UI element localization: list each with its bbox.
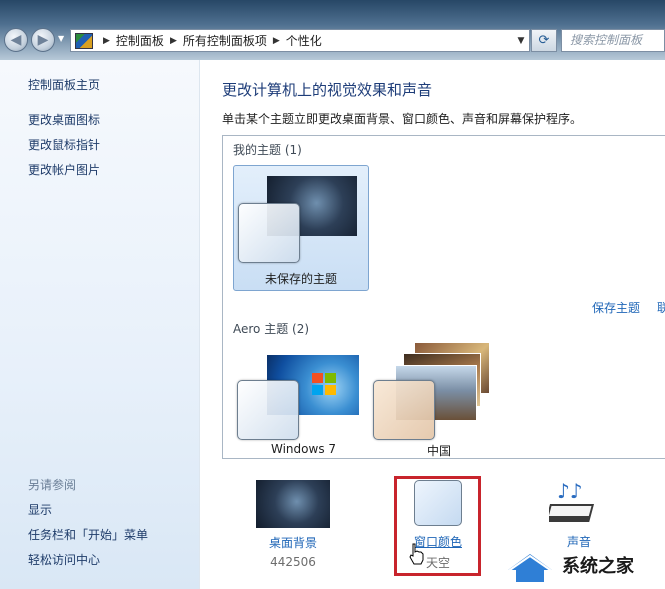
address-dropdown-icon[interactable]: ▼ xyxy=(513,36,529,46)
theme-windows7[interactable]: Windows 7 xyxy=(237,343,367,456)
taskbar-start-menu-link[interactable]: 任务栏和「开始」菜单 xyxy=(28,526,148,543)
title-bar: ◀ ▶ ▼ ▶ 控制面板 ▶ 所有控制面板项 ▶ 个性化 ▼ ⟳ 搜索控制面板 xyxy=(0,0,665,60)
page-description: 单击某个主题立即更改桌面背景、窗口颜色、声音和屏幕保护程序。 xyxy=(222,112,583,126)
site-watermark: 系统之家 xyxy=(500,540,665,586)
theme-list: 我的主题 (1) 未保存的主题 保存主题 联 Aero 主题 (2) Windo… xyxy=(222,135,665,459)
desktop-background-label: 桌面背景 xyxy=(268,536,317,550)
desktop-background-value: 442506 xyxy=(270,555,316,569)
theme-name: 中国 xyxy=(427,444,452,458)
theme-unsaved[interactable]: 未保存的主题 xyxy=(233,165,369,291)
window-color-swatch xyxy=(237,380,299,440)
breadcrumb-arrow-icon[interactable]: ▶ xyxy=(103,36,110,46)
wallpaper-thumbnail xyxy=(256,480,330,528)
breadcrumb-arrow-icon[interactable]: ▶ xyxy=(170,36,177,46)
svg-text:♪♪: ♪♪ xyxy=(557,479,583,503)
my-themes-heading: 我的主题 (1) xyxy=(233,143,302,157)
recent-pages-dropdown[interactable]: ▼ xyxy=(58,34,68,46)
window-color-swatch xyxy=(238,203,300,263)
change-account-picture-link[interactable]: 更改帐户图片 xyxy=(28,161,100,178)
breadcrumb-arrow-icon[interactable]: ▶ xyxy=(273,36,280,46)
left-nav-pane: 控制面板主页 更改桌面图标 更改鼠标指针 更改帐户图片 另请参阅 显示 任务栏和… xyxy=(0,60,200,589)
search-input[interactable]: 搜索控制面板 xyxy=(561,29,665,52)
breadcrumb-control-panel[interactable]: 控制面板 xyxy=(116,32,164,49)
see-also-heading: 另请参阅 xyxy=(28,478,77,492)
display-link[interactable]: 显示 xyxy=(28,501,52,518)
ease-of-access-link[interactable]: 轻松访问中心 xyxy=(28,551,100,568)
watermark-text: 系统之家 xyxy=(562,556,634,577)
back-button[interactable]: ◀ xyxy=(4,28,28,52)
aero-themes-heading: Aero 主题 (2) xyxy=(233,322,310,336)
main-content: 更改计算机上的视觉效果和声音 单击某个主题立即更改桌面背景、窗口颜色、声音和屏幕… xyxy=(200,60,665,589)
control-panel-icon xyxy=(75,32,93,49)
window-color-swatch xyxy=(373,380,435,440)
breadcrumb-all-items[interactable]: 所有控制面板项 xyxy=(183,32,267,49)
theme-name: Windows 7 xyxy=(271,442,337,456)
control-panel-home-link[interactable]: 控制面板主页 xyxy=(28,76,100,93)
breadcrumb-personalization[interactable]: 个性化 xyxy=(286,32,322,49)
sounds-icon: ♪♪ xyxy=(545,479,595,522)
change-mouse-pointer-link[interactable]: 更改鼠标指针 xyxy=(28,136,100,153)
save-theme-link[interactable]: 保存主题 xyxy=(592,299,640,316)
address-bar[interactable]: ▶ 控制面板 ▶ 所有控制面板项 ▶ 个性化 ▼ xyxy=(70,29,530,52)
online-themes-link[interactable]: 联 xyxy=(657,299,665,316)
theme-china[interactable]: 中国 xyxy=(373,343,503,458)
refresh-button[interactable]: ⟳ xyxy=(531,29,557,52)
theme-name: 未保存的主题 xyxy=(265,272,338,286)
change-desktop-icons-link[interactable]: 更改桌面图标 xyxy=(28,111,100,128)
desktop-background-button[interactable]: 桌面背景 442506 xyxy=(250,480,336,570)
forward-button[interactable]: ▶ xyxy=(31,28,55,52)
hand-cursor-icon xyxy=(409,543,424,565)
windows-logo-icon xyxy=(312,373,336,395)
page-title: 更改计算机上的视觉效果和声音 xyxy=(222,81,433,99)
